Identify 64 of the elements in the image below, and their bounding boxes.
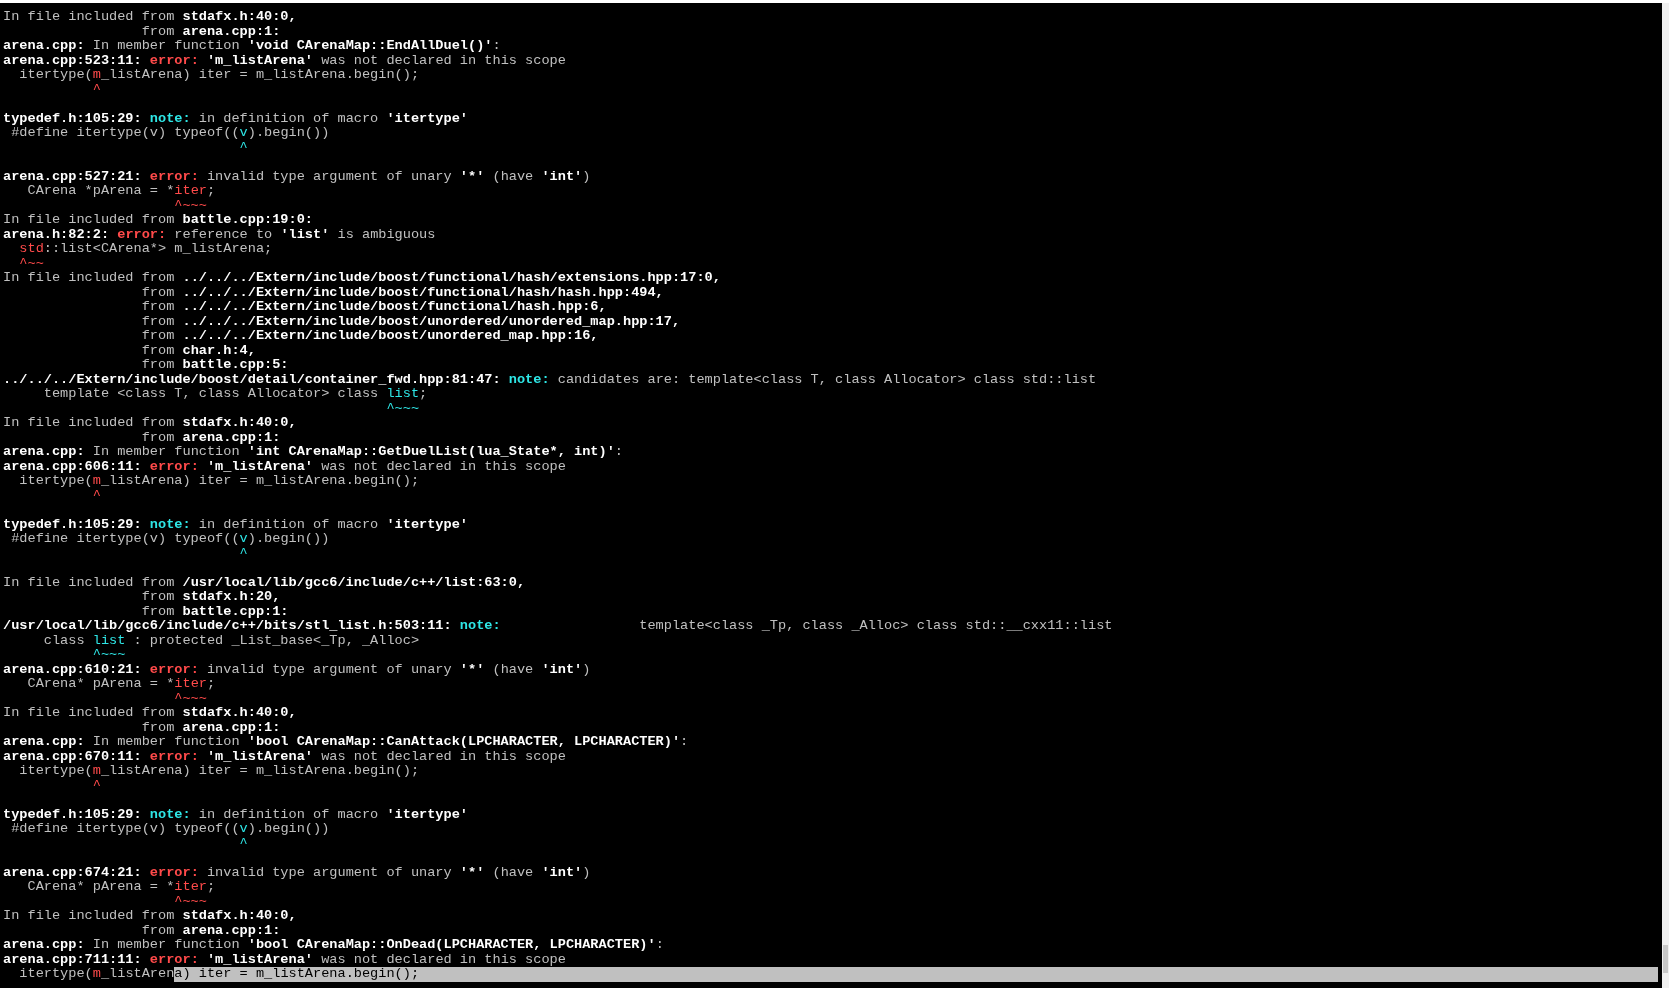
terminal-line: ^ <box>91 778 102 793</box>
terminal-line: from ../../../Extern/include/boost/unordered_map.hpp:16, <box>140 329 600 344</box>
terminal-line: from arena.cpp:1: <box>140 430 282 445</box>
terminal-line: ^~~~ <box>385 401 421 416</box>
terminal-line: arena.cpp:711:11: error: 'm_listArena' was not declared in this scope <box>3 952 567 967</box>
terminal-line: from ../../../Extern/include/boost/functional/hash/hash.hpp:494, <box>140 285 665 300</box>
scrollbar[interactable] <box>1662 3 1669 988</box>
terminal-line: arena.cpp:670:11: error: 'm_listArena' was not declared in this scope <box>3 749 567 764</box>
terminal-line: from arena.cpp:1: <box>140 24 282 39</box>
terminal-line: ^ <box>238 836 249 851</box>
terminal-line: #define itertype(v) typeof((v).begin()) <box>10 532 331 547</box>
terminal-line: arena.cpp:610:21: error: invalid type argument of unary '*' (have 'int') <box>3 662 592 677</box>
terminal-line: In file included from battle.cpp:19:0: <box>3 213 314 228</box>
terminal-line: In file included from /usr/local/lib/gcc6/include/c++/list:63:0, <box>3 575 527 590</box>
terminal-line: ^~~~ <box>173 894 208 909</box>
terminal-line: CArena* pArena = *iter; <box>26 880 217 895</box>
terminal-line: class list : protected _List_base<_Tp, _Alloc> <box>42 633 421 648</box>
scrollbar-thumb[interactable] <box>1663 945 1668 973</box>
terminal-line: from ../../../Extern/include/boost/functional/hash.hpp:6, <box>140 300 608 315</box>
terminal-line: ^~~~ <box>173 691 208 706</box>
terminal-line: ../../../Extern/include/boost/detail/container_fwd.hpp:81:47: note: candidates are: template<class T, class Allocator> class std::list <box>3 372 1098 387</box>
terminal-line: arena.cpp: In member function 'void CArenaMap::EndAllDuel()': <box>3 39 502 54</box>
terminal-line: ^~~~ <box>91 648 127 663</box>
terminal-line: #define itertype(v) typeof((v).begin()) <box>10 822 331 837</box>
terminal-line: typedef.h:105:29: note: in definition of macro 'itertype' <box>3 807 469 822</box>
terminal-line: arena.cpp: In member function 'bool CArenaMap::OnDead(LPCHARACTER, LPCHARACTER)': <box>3 938 665 953</box>
terminal-line: from stdafx.h:20, <box>140 590 282 605</box>
terminal-line: from ../../../Extern/include/boost/unordered/unordered_map.hpp:17, <box>140 314 682 329</box>
terminal-line: itertype(m_listAren <box>18 967 175 982</box>
terminal-line: itertype(m_listArena) iter = m_listArena.begin(); <box>18 764 421 779</box>
terminal-line: typedef.h:105:29: note: in definition of macro 'itertype' <box>3 111 469 126</box>
terminal-line: arena.cpp: In member function 'int CArenaMap::GetDuelList(lua_State*, int)': <box>3 445 624 460</box>
terminal-line: from battle.cpp:1: <box>140 604 290 619</box>
terminal-line: ^ <box>238 546 249 561</box>
terminal-line: CArena *pArena = *iter; <box>26 184 217 199</box>
terminal-line: arena.cpp:527:21: error: invalid type argument of unary '*' (have 'int') <box>3 169 592 184</box>
terminal-line: from char.h:4, <box>140 343 257 358</box>
terminal-line: In file included from stdafx.h:40:0, <box>3 10 298 25</box>
terminal-line: ^ <box>91 82 102 97</box>
terminal-line: typedef.h:105:29: note: in definition of macro 'itertype' <box>3 517 469 532</box>
terminal-line: ^ <box>238 140 249 155</box>
terminal-line: #define itertype(v) typeof((v).begin()) <box>10 126 331 141</box>
terminal-line: CArena* pArena = *iter; <box>26 677 217 692</box>
terminal-line: In file included from stdafx.h:40:0, <box>3 909 298 924</box>
selected-text: a) iter = m_listArena.begin(); <box>174 967 1658 982</box>
terminal-line: arena.cpp: In member function 'bool CArenaMap::CanAttack(LPCHARACTER, LPCHARACTER)': <box>3 735 690 750</box>
terminal-line: In file included from ../../../Extern/include/boost/functional/hash/extensions.hpp:17:0, <box>3 271 722 286</box>
terminal-line: arena.cpp:606:11: error: 'm_listArena' was not declared in this scope <box>3 459 567 474</box>
terminal-line: itertype(m_listArena) iter = m_listArena.begin(); <box>18 474 421 489</box>
terminal-line: from arena.cpp:1: <box>140 923 282 938</box>
terminal-line: itertype(m_listArena) iter = m_listArena.begin(); <box>18 68 421 83</box>
terminal-line: arena.cpp:523:11: error: 'm_listArena' was not declared in this scope <box>3 53 567 68</box>
terminal-line: std::list<CArena*> m_listArena; <box>18 242 274 257</box>
terminal-line: In file included from stdafx.h:40:0, <box>3 706 298 721</box>
terminal-line: ^~~ <box>18 256 45 271</box>
terminal-line: ^ <box>91 488 102 503</box>
terminal-line: /usr/local/lib/gcc6/include/c++/bits/stl_list.h:503:11: note: template<class _Tp, class _Alloc> class std::__cxx11::list <box>3 619 1114 634</box>
terminal-line: arena.h:82:2: error: reference to 'list' is ambiguous <box>3 227 437 242</box>
terminal-line: In file included from stdafx.h:40:0, <box>3 416 298 431</box>
terminal-line: ^~~~ <box>173 198 208 213</box>
terminal-line: template <class T, class Allocator> class list; <box>42 387 429 402</box>
terminal-line: arena.cpp:674:21: error: invalid type argument of unary '*' (have 'int') <box>3 865 592 880</box>
terminal-line: from battle.cpp:5: <box>140 358 290 373</box>
terminal-line: from arena.cpp:1: <box>140 720 282 735</box>
